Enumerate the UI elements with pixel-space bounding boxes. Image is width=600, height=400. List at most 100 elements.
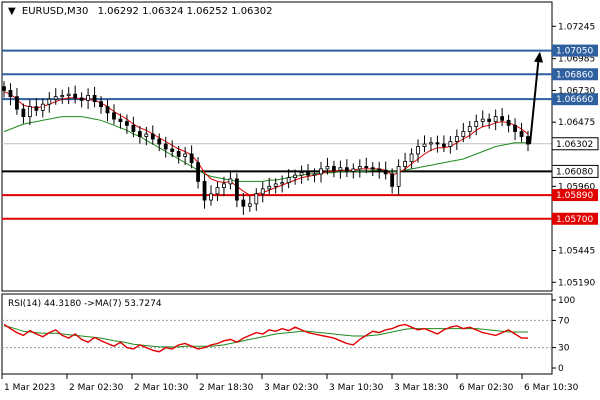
candle-body [448,141,453,147]
candle-body [319,168,323,175]
candle-body [105,106,110,114]
candle-body [189,153,194,164]
time-tick-label: 2 Mar 02:30 [69,383,124,393]
candle-body [513,124,517,132]
candle-body [53,96,58,100]
candle-body [454,136,459,142]
candle-body [144,133,149,137]
candle-body [79,97,84,101]
chart-root: ▼ EURUSD,M30 1.06292 1.06324 1.06252 1.0… [1,1,599,393]
candle-body [34,106,39,111]
candle-body [234,178,239,201]
candle-body [137,131,142,137]
candle-body [519,131,524,137]
candle-body [467,126,472,132]
candle-body [176,151,181,157]
candle-body [344,167,349,172]
candle-body [357,166,362,170]
candle-body [60,95,65,98]
price-tick-label: 1.06475 [558,118,595,128]
candle-body [112,112,116,120]
time-tick-label: 3 Mar 10:30 [329,383,384,393]
candle-body [150,133,155,140]
dropdown-triangle-icon[interactable]: ▼ [8,6,16,17]
candle-body [526,136,530,145]
candle-body [222,183,226,189]
candle-body [170,148,175,152]
level-price-label: 1.05890 [556,191,593,201]
price-tick-label: 1.05445 [558,247,595,257]
price-tick-label: 1.07245 [558,22,595,32]
candle-body [487,118,492,122]
time-tick-label: 6 Mar 02:30 [459,383,514,393]
rsi-tick-label: 100 [558,296,575,306]
candle-body [163,143,168,150]
candle-body [47,98,52,105]
candle-body [325,166,330,170]
time-tick-label: 3 Mar 18:30 [394,383,449,393]
candle-body [196,162,200,182]
candle-body [92,95,97,103]
candle-body [306,172,310,176]
level-price-label: 1.06860 [556,70,593,80]
candle-body [409,153,414,162]
level-price-label: 1.05700 [556,215,593,225]
candle-body [383,169,388,175]
candle-body [403,161,407,167]
ohlc-label: 1.06292 1.06324 1.06252 1.06302 [98,6,273,17]
candle-body [40,103,45,111]
candle-body [332,166,336,171]
candle-body [228,178,233,185]
candle-body [215,187,220,195]
rsi-label: RSI(14) 44.3180 ->MA(7) 53.7274 [8,299,162,309]
rsi-tick-label: 70 [558,316,570,326]
candle-body [364,166,369,169]
level-price-label: 1.06080 [556,167,593,177]
time-axis: 1 Mar 2023 2 Mar 02:30 2 Mar 10:30 2 Mar 18… [1,374,579,393]
candle-body [202,180,207,201]
candle-body [370,167,375,170]
candle-body [66,93,71,96]
candle-body [118,118,123,122]
candle-body [416,146,420,155]
level-price-label: 1.06660 [556,95,593,105]
time-tick-label: 2 Mar 10:30 [134,383,189,393]
candle-body [377,168,382,171]
candle-body [267,185,272,190]
candle-body [461,131,466,137]
symbol-label: EURUSD,M30 [22,6,88,17]
candle-body [2,86,6,91]
candle-body [247,203,252,207]
time-tick-label: 3 Mar 02:30 [264,383,319,393]
candle-body [293,174,298,179]
candle-body [15,96,19,110]
candle-body [500,116,505,121]
candle-body [241,199,246,207]
candle-body [157,138,162,145]
candle-body [338,167,343,171]
candle-body [131,124,136,132]
candle-body [27,106,32,118]
rsi-tick-label: 0 [558,364,564,374]
candle-body [435,142,440,145]
candle-body [429,142,433,145]
candle-body [286,177,291,184]
candle-body [442,143,446,147]
current-price-label: 1.06302 [556,140,593,150]
candle-body [390,173,395,187]
time-tick-label: 2 Mar 18:30 [199,383,254,393]
candle-body [21,108,26,118]
candle-body [493,116,498,122]
rsi-tick-label: 30 [558,344,570,354]
candle-body [8,90,13,98]
price-panel [1,1,553,292]
time-tick-label: 6 Mar 10:30 [524,383,579,393]
price-axis: 1.072451.069851.067301.064751.059601.054… [551,22,599,288]
candle-body [86,95,90,101]
candle-body [260,188,265,195]
candle-body [396,166,401,187]
chart-header: ▼ EURUSD,M30 1.06292 1.06324 1.06252 1.0… [8,6,273,17]
candle-body [209,193,213,201]
candle-body [280,182,285,185]
level-price-label: 1.07050 [556,47,593,57]
